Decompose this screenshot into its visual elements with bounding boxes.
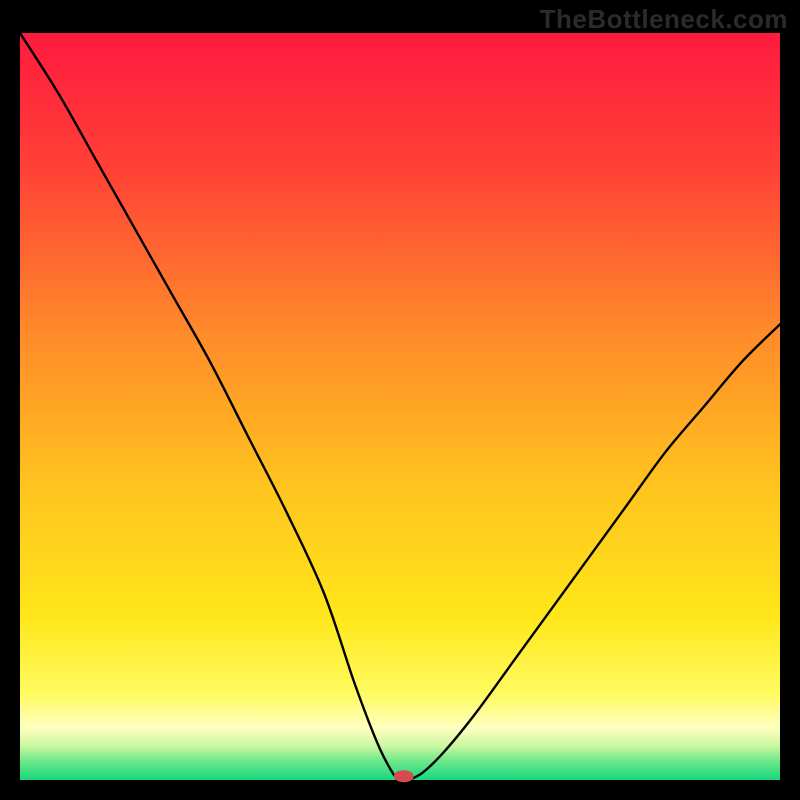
optimum-marker bbox=[394, 770, 414, 782]
chart-gradient-background bbox=[20, 33, 780, 780]
chart-frame: TheBottleneck.com bbox=[0, 0, 800, 800]
bottleneck-chart bbox=[0, 0, 800, 800]
